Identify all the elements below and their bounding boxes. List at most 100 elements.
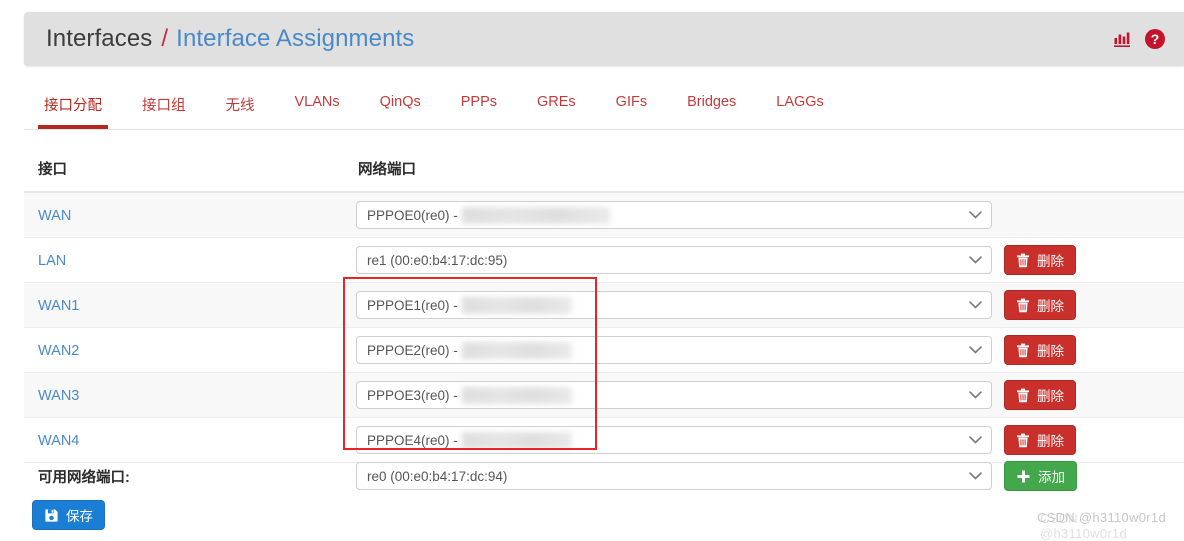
delete-button[interactable]: 删除 <box>1004 335 1076 365</box>
row-action-cell: 删除 <box>1004 372 1184 418</box>
delete-button-label: 删除 <box>1037 389 1064 404</box>
available-ports-row: 可用网络端口: re0 (00:e0:b4:17:dc:94) 添加 <box>24 456 1184 496</box>
breadcrumb-current[interactable]: Interface Assignments <box>176 25 414 53</box>
row-action-cell <box>1004 192 1184 238</box>
network-port-select[interactable]: PPPOE4(re0) - <box>356 426 992 454</box>
tab-vlans[interactable]: VLANs <box>275 88 360 122</box>
tab-gifs[interactable]: GIFs <box>596 88 667 122</box>
delete-button[interactable]: 删除 <box>1004 290 1076 320</box>
stats-icon[interactable] <box>1112 29 1132 49</box>
watermark-text: CSDN @h3110w0r1d <box>1036 510 1166 525</box>
network-port-cell: re1 (00:e0:b4:17:dc:95) <box>344 237 1004 283</box>
row-action-cell: 删除 <box>1004 237 1184 283</box>
header-icon-group: ? <box>1112 28 1166 50</box>
network-port-cell: PPPOE1(re0) - <box>344 282 1004 328</box>
table-row: WAN1 PPPOE1(re0) - 删除 <box>24 282 1184 328</box>
tab-gres[interactable]: GREs <box>517 88 596 122</box>
network-port-cell: PPPOE0(re0) - <box>344 192 1004 238</box>
save-icon <box>45 508 58 522</box>
interface-link[interactable]: WAN4 <box>24 433 79 449</box>
interface-assignments-table: 接口 网络端口 WAN PPPOE0(re0) - LAN re1 (00:e0:b4… <box>24 152 1184 463</box>
table-row: WAN3 PPPOE3(re0) - 删除 <box>24 372 1184 418</box>
network-port-cell: PPPOE2(re0) - <box>344 327 1004 373</box>
network-port-cell: PPPOE3(re0) - <box>344 372 1004 418</box>
interface-name-cell: WAN2 <box>24 327 344 373</box>
svg-text:?: ? <box>1151 31 1160 47</box>
tab-laggs[interactable]: LAGGs <box>756 88 844 122</box>
add-button-label: 添加 <box>1038 470 1065 485</box>
interface-name-cell: WAN <box>24 192 344 238</box>
column-header-network-port: 网络端口 <box>344 152 1004 193</box>
delete-button-label: 删除 <box>1037 434 1064 449</box>
network-port-select[interactable]: PPPOE3(re0) - <box>356 381 992 409</box>
redacted-text-block <box>461 341 572 359</box>
page-header: Interfaces / Interface Assignments ? <box>24 12 1184 66</box>
network-port-value: re1 (00:e0:b4:17:dc:95) <box>367 252 508 268</box>
interface-link[interactable]: WAN <box>24 208 71 224</box>
interface-link[interactable]: WAN3 <box>24 388 79 404</box>
chevron-down-icon <box>969 346 982 355</box>
redacted-text-block <box>461 386 572 404</box>
network-port-select[interactable]: PPPOE2(re0) - <box>356 336 992 364</box>
row-action-cell: 删除 <box>1004 282 1184 328</box>
breadcrumb-separator: / <box>161 25 169 52</box>
interface-link[interactable]: WAN1 <box>24 298 79 314</box>
delete-button-label: 删除 <box>1037 344 1064 359</box>
breadcrumb: Interfaces / Interface Assignments <box>46 25 414 53</box>
delete-button[interactable]: 删除 <box>1004 245 1076 275</box>
tab-ppps[interactable]: PPPs <box>441 88 517 122</box>
chevron-down-icon <box>969 256 982 265</box>
chevron-down-icon <box>969 391 982 400</box>
available-ports-select[interactable]: re0 (00:e0:b4:17:dc:94) <box>356 462 992 490</box>
available-ports-value: re0 (00:e0:b4:17:dc:94) <box>367 468 508 484</box>
chevron-down-icon <box>969 472 982 481</box>
plus-icon <box>1017 470 1030 482</box>
delete-button[interactable]: 删除 <box>1004 380 1076 410</box>
tab-bar: 接口分配 接口组 无线 VLANs QinQs PPPs GREs GIFs B… <box>24 88 1184 130</box>
trash-icon <box>1017 253 1029 267</box>
tab-wireless[interactable]: 无线 <box>206 88 275 127</box>
chevron-down-icon <box>969 211 982 220</box>
row-action-cell: 删除 <box>1004 327 1184 373</box>
trash-icon <box>1017 343 1029 357</box>
table-row: WAN PPPOE0(re0) - <box>24 192 1184 238</box>
tab-interface-groups[interactable]: 接口组 <box>122 88 206 127</box>
breadcrumb-root[interactable]: Interfaces <box>46 25 152 53</box>
interface-link[interactable]: LAN <box>24 253 66 269</box>
save-row: 保存 <box>24 500 105 530</box>
interface-name-cell: WAN3 <box>24 372 344 418</box>
redacted-text-block <box>461 431 572 449</box>
table-body: WAN PPPOE0(re0) - LAN re1 (00:e0:b4:17:dc:9… <box>24 192 1184 463</box>
delete-button[interactable]: 删除 <box>1004 425 1076 455</box>
chevron-down-icon <box>969 301 982 310</box>
interface-link[interactable]: WAN2 <box>24 343 79 359</box>
help-icon[interactable]: ? <box>1144 28 1166 50</box>
network-port-value: PPPOE4(re0) - <box>367 432 458 448</box>
redacted-text-block <box>461 296 572 314</box>
trash-icon <box>1017 298 1029 312</box>
tab-bridges[interactable]: Bridges <box>667 88 756 122</box>
tab-interface-assignments[interactable]: 接口分配 <box>24 88 122 129</box>
table-row: WAN2 PPPOE2(re0) - 删除 <box>24 327 1184 373</box>
network-port-select[interactable]: PPPOE1(re0) - <box>356 291 992 319</box>
interface-name-cell: WAN1 <box>24 282 344 328</box>
redacted-text-block <box>461 206 610 224</box>
chevron-down-icon <box>969 436 982 445</box>
delete-button-label: 删除 <box>1037 299 1064 314</box>
network-port-value: PPPOE0(re0) - <box>367 207 458 223</box>
table-header-row: 接口 网络端口 <box>24 152 1184 193</box>
trash-icon <box>1017 388 1029 402</box>
delete-button-label: 删除 <box>1037 254 1064 269</box>
interface-name-cell: LAN <box>24 237 344 283</box>
network-port-select[interactable]: PPPOE0(re0) - <box>356 201 992 229</box>
tab-qinqs[interactable]: QinQs <box>360 88 441 122</box>
network-port-value: PPPOE1(re0) - <box>367 297 458 313</box>
network-port-select[interactable]: re1 (00:e0:b4:17:dc:95) <box>356 246 992 274</box>
save-button[interactable]: 保存 <box>32 500 105 530</box>
table-row: LAN re1 (00:e0:b4:17:dc:95) 删除 <box>24 237 1184 283</box>
column-header-actions <box>1004 152 1184 193</box>
add-button[interactable]: 添加 <box>1004 461 1077 491</box>
network-port-value: PPPOE3(re0) - <box>367 387 458 403</box>
watermark-ghost-text: CSDN @h3110w0r1d <box>1039 511 1128 541</box>
watermark: CSDN @h3110w0r1d CSDN @h3110w0r1d <box>1036 510 1166 541</box>
